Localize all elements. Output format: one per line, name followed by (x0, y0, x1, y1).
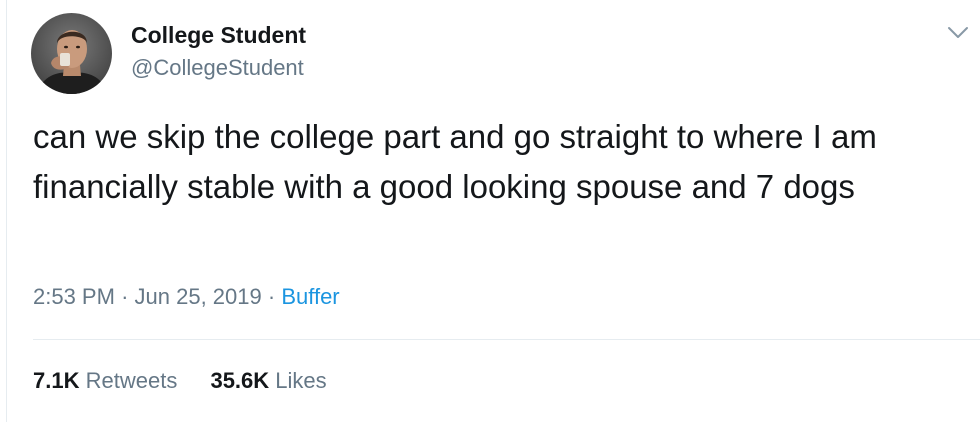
tweet-text: can we skip the college part and go stra… (33, 118, 877, 205)
tweet-date[interactable]: Jun 25, 2019 (135, 284, 262, 309)
retweets-count: 7.1K (33, 368, 80, 393)
tweet-source-link[interactable]: Buffer (281, 284, 339, 309)
likes-label: Likes (275, 368, 327, 393)
chevron-down-icon[interactable] (947, 26, 969, 40)
likes-stat[interactable]: 35.6K Likes (210, 368, 326, 394)
likes-count: 35.6K (210, 368, 270, 393)
author-display-name[interactable]: College Student (131, 22, 306, 49)
meta-separator: · (267, 284, 276, 309)
tweet-stats: 7.1K Retweets 35.6K Likes (33, 368, 354, 394)
retweets-label: Retweets (85, 368, 178, 393)
tweet-card: College Student @CollegeStudent can we s… (0, 0, 980, 422)
tweet-time[interactable]: 2:53 PM (33, 284, 115, 309)
meta-separator: · (121, 284, 129, 309)
user-avatar-photo-icon (31, 13, 112, 94)
author-handle[interactable]: @CollegeStudent (131, 55, 304, 81)
card-left-border (6, 0, 7, 422)
retweets-stat[interactable]: 7.1K Retweets (33, 368, 177, 394)
avatar[interactable] (31, 13, 112, 94)
tweet-metadata: 2:53 PM · Jun 25, 2019 · Buffer (33, 284, 340, 310)
divider (33, 339, 980, 340)
